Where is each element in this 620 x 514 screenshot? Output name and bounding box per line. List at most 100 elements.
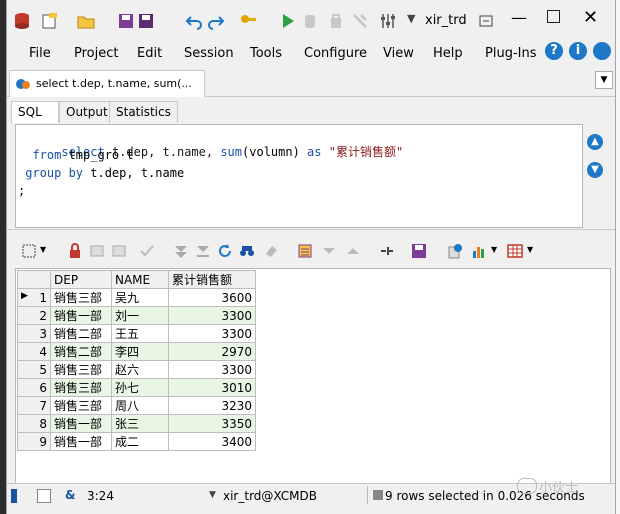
post-changes-icon[interactable] bbox=[139, 243, 155, 259]
cell-total[interactable]: 3300 bbox=[168, 306, 256, 325]
cell-total[interactable]: 3600 bbox=[168, 288, 256, 307]
maximize-button[interactable] bbox=[547, 10, 560, 23]
menu-plugins[interactable]: Plug-Ins bbox=[485, 46, 536, 61]
cell-name[interactable]: 周八 bbox=[111, 396, 169, 415]
tab-list-dropdown[interactable]: ▼ bbox=[595, 71, 613, 89]
row-number[interactable]: ▶ 1 bbox=[17, 288, 51, 307]
cell-total[interactable]: 2970 bbox=[168, 342, 256, 361]
cell-total[interactable]: 3300 bbox=[168, 324, 256, 343]
redo-icon[interactable] bbox=[207, 12, 225, 30]
open-folder-icon[interactable] bbox=[77, 12, 95, 30]
restore-session-icon[interactable] bbox=[477, 12, 495, 30]
connect-icon[interactable] bbox=[379, 243, 395, 259]
add-record-icon[interactable] bbox=[89, 243, 105, 259]
key-icon[interactable] bbox=[239, 12, 257, 30]
session-dropdown-icon[interactable]: ▼ bbox=[407, 12, 415, 25]
cell-dep[interactable]: 销售二部 bbox=[50, 324, 112, 343]
cell-name[interactable]: 王五 bbox=[111, 324, 169, 343]
scroll-down-icon[interactable]: ▼ bbox=[587, 162, 603, 178]
table-row[interactable]: 6 销售三部 孙七 3010 bbox=[17, 378, 256, 397]
export-icon[interactable] bbox=[447, 243, 463, 259]
menu-tools[interactable]: Tools bbox=[250, 46, 282, 61]
chart-dropdown[interactable]: ▼ bbox=[491, 245, 497, 254]
next-record-icon[interactable] bbox=[345, 243, 361, 259]
cell-total[interactable]: 3300 bbox=[168, 360, 256, 379]
menu-help[interactable]: Help bbox=[433, 46, 463, 61]
fetch-last-icon[interactable] bbox=[195, 243, 211, 259]
cell-name[interactable]: 孙七 bbox=[111, 378, 169, 397]
cell-total[interactable]: 3400 bbox=[168, 432, 256, 451]
cell-name[interactable]: 吴九 bbox=[111, 288, 169, 307]
menu-session[interactable]: Session bbox=[184, 46, 234, 61]
table-row[interactable]: 9 销售一部 成二 3400 bbox=[17, 432, 256, 451]
clear-icon[interactable] bbox=[263, 243, 279, 259]
info-icon[interactable]: i bbox=[569, 42, 587, 60]
break-icon[interactable] bbox=[327, 12, 345, 30]
table-row[interactable]: 7 销售三部 周八 3230 bbox=[17, 396, 256, 415]
scroll-up-icon[interactable]: ▲ bbox=[587, 134, 603, 150]
menu-configure[interactable]: Configure bbox=[304, 46, 367, 61]
row-number[interactable]: 4 bbox=[17, 342, 51, 361]
tab-statistics[interactable]: Statistics bbox=[109, 101, 178, 123]
grid-corner[interactable] bbox=[17, 270, 51, 289]
cell-total[interactable]: 3350 bbox=[168, 414, 256, 433]
connection-dropdown-icon[interactable]: ▼ bbox=[209, 490, 216, 500]
cell-name[interactable]: 刘一 bbox=[111, 306, 169, 325]
new-window-icon[interactable] bbox=[41, 12, 59, 30]
tab-sql-window[interactable]: select t.dep, t.name, sum(... bbox=[9, 70, 205, 97]
settings-sliders-icon[interactable] bbox=[379, 12, 397, 30]
cell-name[interactable]: 成二 bbox=[111, 432, 169, 451]
row-number[interactable]: 9 bbox=[17, 432, 51, 451]
cell-dep[interactable]: 销售三部 bbox=[50, 288, 112, 307]
grid-select-icon[interactable] bbox=[21, 243, 37, 259]
column-header-dep[interactable]: DEP bbox=[50, 270, 112, 289]
menu-file[interactable]: File bbox=[29, 46, 51, 61]
menu-edit[interactable]: Edit bbox=[137, 46, 162, 61]
globe-icon[interactable] bbox=[593, 42, 611, 60]
table-row[interactable]: 4 销售二部 李四 2970 bbox=[17, 342, 256, 361]
table-grid-dropdown[interactable]: ▼ bbox=[527, 245, 533, 254]
splitter[interactable] bbox=[7, 229, 615, 233]
column-header-total[interactable]: 累计销售额 bbox=[168, 270, 256, 289]
table-row[interactable]: 8 销售一部 张三 3350 bbox=[17, 414, 256, 433]
cell-total[interactable]: 3010 bbox=[168, 378, 256, 397]
row-number[interactable]: 7 bbox=[17, 396, 51, 415]
cell-name[interactable]: 赵六 bbox=[111, 360, 169, 379]
save-dropdown-icon[interactable] bbox=[137, 12, 155, 30]
fetch-next-icon[interactable] bbox=[173, 243, 189, 259]
table-grid-icon[interactable] bbox=[507, 243, 523, 259]
table-row[interactable]: ▶ 1 销售三部 吴九 3600 bbox=[17, 288, 256, 307]
hammer-icon[interactable] bbox=[351, 12, 369, 30]
cell-name[interactable]: 张三 bbox=[111, 414, 169, 433]
cell-dep[interactable]: 销售一部 bbox=[50, 414, 112, 433]
cell-total[interactable]: 3230 bbox=[168, 396, 256, 415]
cell-dep[interactable]: 销售三部 bbox=[50, 360, 112, 379]
cell-dep[interactable]: 销售一部 bbox=[50, 432, 112, 451]
minimize-button[interactable]: — bbox=[511, 8, 527, 27]
row-number[interactable]: 8 bbox=[17, 414, 51, 433]
row-number[interactable]: 5 bbox=[17, 360, 51, 379]
cell-dep[interactable]: 销售三部 bbox=[50, 396, 112, 415]
table-row[interactable]: 2 销售一部 刘一 3300 bbox=[17, 306, 256, 325]
lock-icon[interactable] bbox=[67, 243, 83, 259]
delete-record-icon[interactable] bbox=[111, 243, 127, 259]
save-icon[interactable] bbox=[117, 12, 135, 30]
tab-output[interactable]: Output bbox=[59, 101, 115, 123]
stop-icon[interactable] bbox=[301, 12, 319, 30]
tab-sql[interactable]: SQL bbox=[11, 101, 59, 123]
run-icon[interactable] bbox=[279, 12, 297, 30]
undo-icon[interactable] bbox=[185, 12, 203, 30]
row-number[interactable]: 2 bbox=[17, 306, 51, 325]
menu-project[interactable]: Project bbox=[74, 46, 118, 61]
row-number[interactable]: 6 bbox=[17, 378, 51, 397]
cell-name[interactable]: 李四 bbox=[111, 342, 169, 361]
cell-dep[interactable]: 销售一部 bbox=[50, 306, 112, 325]
table-row[interactable]: 5 销售三部 赵六 3300 bbox=[17, 360, 256, 379]
column-header-name[interactable]: NAME bbox=[111, 270, 169, 289]
sql-editor[interactable]: select t.dep, t.name, sum(volumn) as "累计… bbox=[15, 124, 583, 228]
binoculars-icon[interactable] bbox=[239, 243, 255, 259]
record-view-icon[interactable] bbox=[297, 243, 313, 259]
refresh-icon[interactable] bbox=[217, 243, 233, 259]
chart-icon[interactable] bbox=[471, 243, 487, 259]
help-question-icon[interactable]: ? bbox=[545, 42, 563, 60]
